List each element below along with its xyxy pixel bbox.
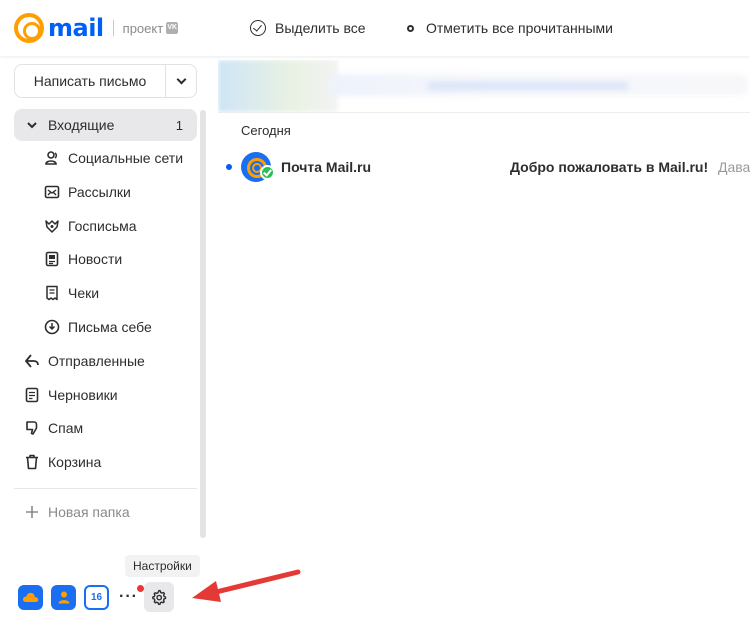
- compose-button[interactable]: Написать письмо: [15, 65, 166, 97]
- folder-label: Корзина: [48, 454, 102, 470]
- project-label: проект: [122, 20, 164, 36]
- message-sender: Почта Mail.ru: [281, 159, 372, 175]
- trash-icon: [24, 454, 40, 470]
- notification-dot: [137, 585, 144, 592]
- folder-label: Черновики: [48, 387, 118, 403]
- banner-text-line: [428, 82, 628, 90]
- unread-dot-icon[interactable]: [226, 164, 232, 170]
- sent-arrow-icon: [24, 353, 40, 369]
- contacts-app-button[interactable]: [51, 584, 76, 610]
- mail-logo[interactable]: mail проект VK: [14, 12, 179, 44]
- folder-news[interactable]: Новости: [14, 243, 197, 275]
- folder-label: Чеки: [68, 285, 100, 301]
- logo-wordmark: mail: [48, 14, 104, 42]
- cloud-icon: [22, 592, 39, 602]
- receipt-icon: [44, 285, 60, 301]
- check-circle-icon: [250, 20, 266, 36]
- folder-social[interactable]: Социальные сети: [14, 142, 197, 174]
- folder-label: Новая папка: [48, 504, 130, 520]
- select-all-label: Выделить все: [275, 20, 366, 36]
- at-logo-icon: [14, 13, 44, 43]
- select-all-button[interactable]: Выделить все: [250, 18, 366, 38]
- gear-icon: [152, 589, 167, 605]
- folder-label: Социальные сети: [68, 150, 184, 166]
- vk-badge-icon: VK: [166, 22, 179, 34]
- self-mail-icon: [44, 319, 60, 335]
- folder-mailings[interactable]: Рассылки: [14, 176, 197, 208]
- folder-sent[interactable]: Отправленные: [14, 345, 197, 377]
- calendar-day: 16: [90, 591, 103, 603]
- more-apps-button[interactable]: ···: [119, 588, 138, 606]
- newspaper-icon: [44, 251, 60, 267]
- date-group-header: Сегодня: [241, 123, 291, 138]
- verified-check-icon: [260, 165, 275, 180]
- banner-image: [218, 60, 338, 112]
- bottom-app-bar: 16 ···: [18, 582, 174, 612]
- sidebar-scrollbar[interactable]: [200, 110, 206, 538]
- top-toolbar: mail проект VK Выделить все Отметить все…: [0, 0, 750, 56]
- folder-label: Госписьма: [68, 218, 137, 234]
- folder-to-self[interactable]: Письма себе: [14, 311, 197, 343]
- cloud-app-button[interactable]: [18, 584, 43, 610]
- plus-icon: [24, 504, 40, 520]
- folder-drafts[interactable]: Черновики: [14, 379, 197, 411]
- message-snippet: Дава: [718, 159, 750, 175]
- mark-all-read-label: Отметить все прочитанными: [426, 20, 614, 36]
- newsletter-icon: [44, 184, 60, 200]
- settings-tooltip: Настройки: [125, 555, 200, 577]
- chevron-down-icon: [176, 74, 186, 84]
- folder-label: Письма себе: [68, 319, 152, 335]
- calendar-app-button[interactable]: 16: [84, 584, 109, 610]
- compose-group: Написать письмо: [14, 64, 197, 98]
- folder-label: Рассылки: [68, 184, 131, 200]
- chevron-down-icon: [24, 117, 40, 133]
- promo-banner[interactable]: [218, 60, 750, 112]
- folder-label: Входящие: [48, 117, 115, 133]
- coat-of-arms-icon: [44, 218, 60, 234]
- logo-separator: [112, 20, 114, 36]
- folder-spam[interactable]: Спам: [14, 412, 197, 444]
- people-icon: [44, 150, 60, 166]
- unread-count-badge: 1: [175, 117, 183, 133]
- settings-button[interactable]: [143, 582, 174, 612]
- folder-inbox[interactable]: Входящие 1: [14, 109, 197, 141]
- sidebar-divider: [14, 488, 197, 489]
- read-dot-icon: [407, 24, 414, 32]
- annotation-arrow-icon: [192, 569, 301, 602]
- message-row[interactable]: Почта Mail.ru Добро пожаловать в Mail.ru…: [218, 148, 750, 188]
- thumbs-down-icon: [24, 420, 40, 436]
- folder-receipts[interactable]: Чеки: [14, 277, 197, 309]
- message-subject: Добро пожаловать в Mail.ru!: [510, 159, 709, 175]
- new-folder-button[interactable]: Новая папка: [14, 496, 197, 528]
- folder-label: Отправленные: [48, 353, 145, 369]
- person-icon: [58, 591, 69, 604]
- draft-document-icon: [24, 387, 40, 403]
- folder-label: Новости: [68, 251, 123, 267]
- folder-trash[interactable]: Корзина: [14, 446, 197, 478]
- banner-divider: [218, 112, 750, 113]
- mark-all-read-button[interactable]: Отметить все прочитанными: [407, 18, 613, 38]
- compose-dropdown-button[interactable]: [166, 65, 196, 97]
- folder-gov[interactable]: Госписьма: [14, 210, 197, 242]
- folder-label: Спам: [48, 420, 84, 436]
